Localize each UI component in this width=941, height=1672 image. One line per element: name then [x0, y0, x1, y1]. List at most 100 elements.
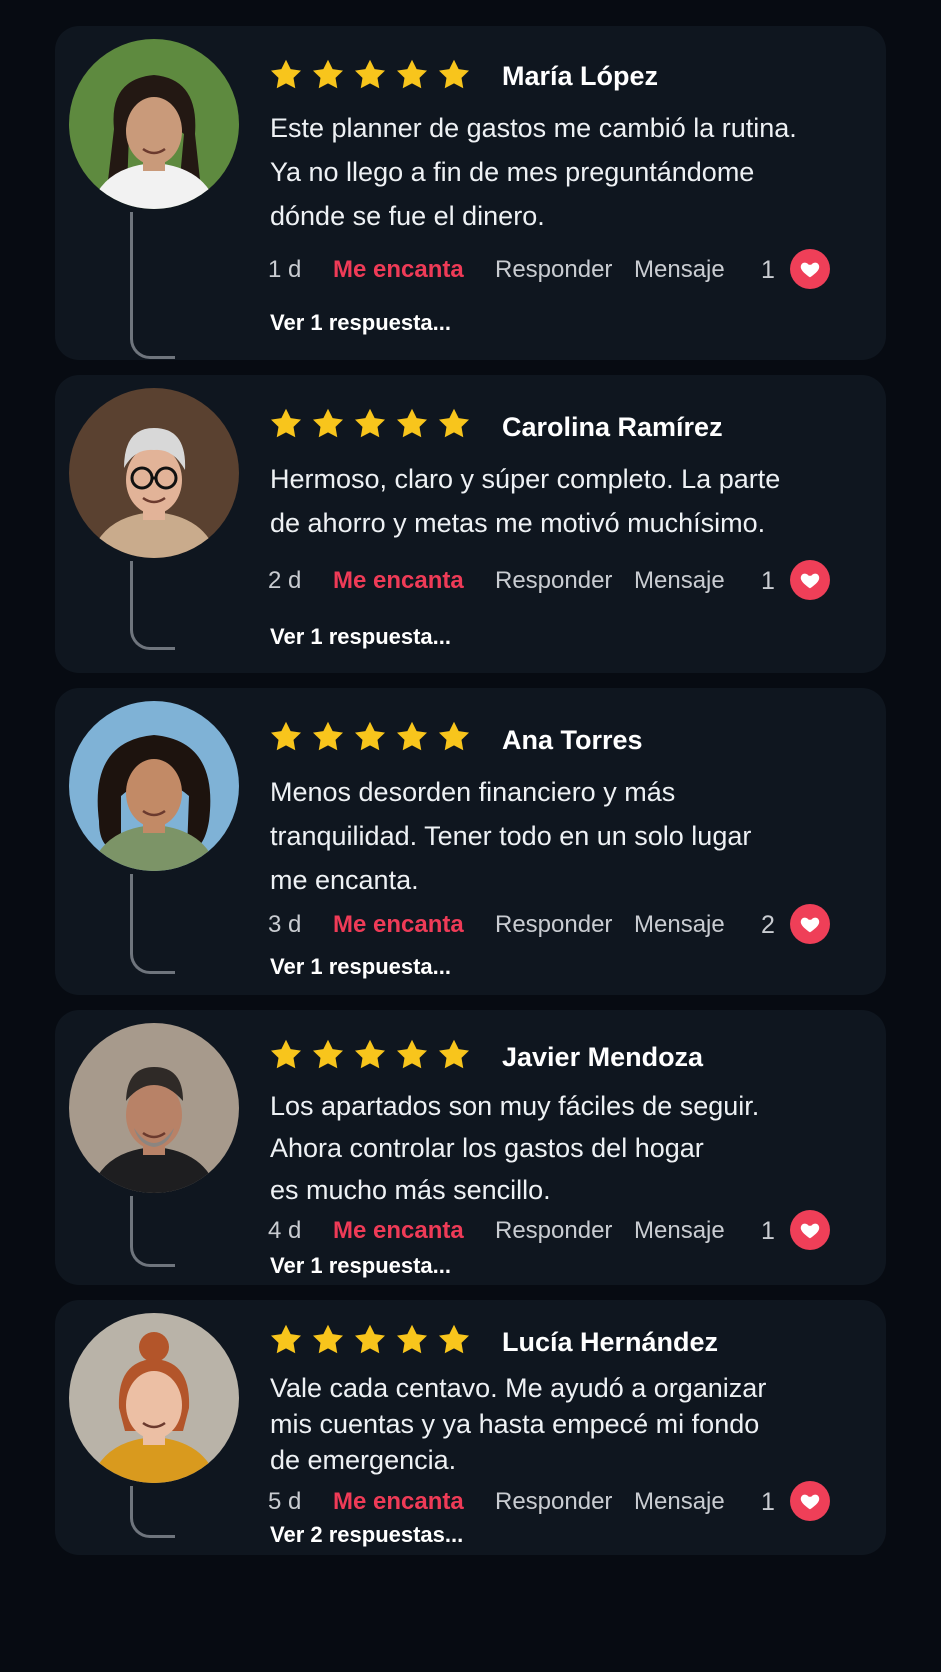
star-icon — [268, 1037, 304, 1073]
review-text-line: de ahorro y metas me motivó muchísimo. — [270, 508, 766, 538]
heart-icon[interactable] — [790, 560, 830, 600]
view-replies-link[interactable]: Ver 1 respuesta... — [270, 624, 451, 650]
star-icon — [436, 57, 472, 93]
star-rating — [268, 1322, 472, 1358]
star-icon — [352, 1322, 388, 1358]
review-text: Menos desorden financiero y más tranquili… — [270, 770, 830, 902]
star-icon — [436, 719, 472, 755]
review-card: Lucía Hernández Vale cada centavo. Me ayu… — [55, 1300, 886, 1555]
review-text-line: Los apartados son muy fáciles de seguir. — [270, 1091, 760, 1121]
love-button[interactable]: Me encanta — [333, 911, 464, 939]
view-replies-link[interactable]: Ver 1 respuesta... — [270, 1253, 451, 1279]
review-card: Ana Torres Menos desorden financiero y má… — [55, 688, 886, 995]
review-text-line: Menos desorden financiero y más — [270, 777, 676, 807]
star-icon — [268, 57, 304, 93]
review-text-line: de emergencia. — [270, 1445, 457, 1475]
star-icon — [436, 1322, 472, 1358]
reviews-feed: María López Este planner de gastos me cam… — [0, 0, 941, 1672]
review-card: Javier Mendoza Los apartados son muy fáci… — [55, 1010, 886, 1285]
avatar[interactable] — [69, 1023, 239, 1193]
star-icon — [310, 719, 346, 755]
love-button[interactable]: Me encanta — [333, 1488, 464, 1516]
star-icon — [310, 1322, 346, 1358]
review-text: Los apartados son muy fáciles de seguir.… — [270, 1085, 830, 1211]
review-time: 4 d — [268, 1217, 302, 1244]
view-replies-link[interactable]: Ver 1 respuesta... — [270, 310, 451, 336]
star-icon — [436, 406, 472, 442]
reply-button[interactable]: Responder — [495, 1217, 612, 1245]
star-rating — [268, 1037, 472, 1073]
star-icon — [394, 57, 430, 93]
reviewer-name[interactable]: Javier Mendoza — [502, 1042, 703, 1073]
star-rating — [268, 57, 472, 93]
like-count: 1 — [761, 1488, 775, 1516]
review-card: Carolina Ramírez Hermoso, claro y súper c… — [55, 375, 886, 673]
star-icon — [352, 57, 388, 93]
heart-icon[interactable] — [790, 904, 830, 944]
like-count: 1 — [761, 1217, 775, 1245]
thread-line — [130, 1196, 175, 1267]
avatar[interactable] — [69, 39, 239, 209]
review-time: 1 d — [268, 256, 302, 283]
review-text-line: dónde se fue el dinero. — [270, 201, 545, 231]
message-button[interactable]: Mensaje — [634, 911, 725, 939]
star-icon — [310, 57, 346, 93]
star-rating — [268, 406, 472, 442]
star-icon — [268, 719, 304, 755]
review-card: María López Este planner de gastos me cam… — [55, 26, 886, 360]
star-icon — [394, 1037, 430, 1073]
reviewer-name[interactable]: Ana Torres — [502, 725, 643, 756]
star-icon — [394, 406, 430, 442]
avatar[interactable] — [69, 1313, 239, 1483]
review-text: Hermoso, claro y súper completo. La part… — [270, 457, 830, 545]
review-text-line: Hermoso, claro y súper completo. La part… — [270, 464, 781, 494]
reply-button[interactable]: Responder — [495, 256, 612, 284]
review-text-line: es mucho más sencillo. — [270, 1175, 551, 1205]
reviewer-name[interactable]: María López — [502, 61, 658, 92]
reviewer-name[interactable]: Lucía Hernández — [502, 1327, 718, 1358]
reviewer-name[interactable]: Carolina Ramírez — [502, 412, 723, 443]
review-text-line: Este planner de gastos me cambió la ruti… — [270, 113, 797, 143]
review-text-line: tranquilidad. Tener todo en un solo luga… — [270, 821, 752, 851]
review-time: 3 d — [268, 911, 302, 938]
review-text: Este planner de gastos me cambió la ruti… — [270, 106, 830, 238]
message-button[interactable]: Mensaje — [634, 1488, 725, 1516]
star-icon — [268, 1322, 304, 1358]
review-text: Vale cada centavo. Me ayudó a organizar m… — [270, 1370, 830, 1478]
view-replies-link[interactable]: Ver 2 respuestas... — [270, 1522, 463, 1548]
avatar[interactable] — [69, 701, 239, 871]
review-text-line: mis cuentas y ya hasta empecé mi fondo — [270, 1409, 760, 1439]
like-count: 1 — [761, 567, 775, 595]
message-button[interactable]: Mensaje — [634, 256, 725, 284]
message-button[interactable]: Mensaje — [634, 567, 725, 595]
thread-line — [130, 212, 175, 359]
thread-line — [130, 561, 175, 650]
star-icon — [268, 406, 304, 442]
heart-icon[interactable] — [790, 249, 830, 289]
love-button[interactable]: Me encanta — [333, 567, 464, 595]
review-text-line: me encanta. — [270, 865, 419, 895]
like-count: 1 — [761, 256, 775, 284]
heart-icon[interactable] — [790, 1210, 830, 1250]
heart-icon[interactable] — [790, 1481, 830, 1521]
star-icon — [436, 1037, 472, 1073]
star-rating — [268, 719, 472, 755]
thread-line — [130, 874, 175, 974]
love-button[interactable]: Me encanta — [333, 1217, 464, 1245]
review-time: 2 d — [268, 567, 302, 594]
love-button[interactable]: Me encanta — [333, 256, 464, 284]
review-text-line: Vale cada centavo. Me ayudó a organizar — [270, 1373, 767, 1403]
reply-button[interactable]: Responder — [495, 567, 612, 595]
star-icon — [352, 1037, 388, 1073]
star-icon — [394, 1322, 430, 1358]
view-replies-link[interactable]: Ver 1 respuesta... — [270, 954, 451, 980]
reply-button[interactable]: Responder — [495, 911, 612, 939]
star-icon — [310, 406, 346, 442]
reply-button[interactable]: Responder — [495, 1488, 612, 1516]
thread-line — [130, 1486, 175, 1538]
star-icon — [352, 719, 388, 755]
star-icon — [310, 1037, 346, 1073]
message-button[interactable]: Mensaje — [634, 1217, 725, 1245]
review-text-line: Ahora controlar los gastos del hogar — [270, 1133, 704, 1163]
avatar[interactable] — [69, 388, 239, 558]
